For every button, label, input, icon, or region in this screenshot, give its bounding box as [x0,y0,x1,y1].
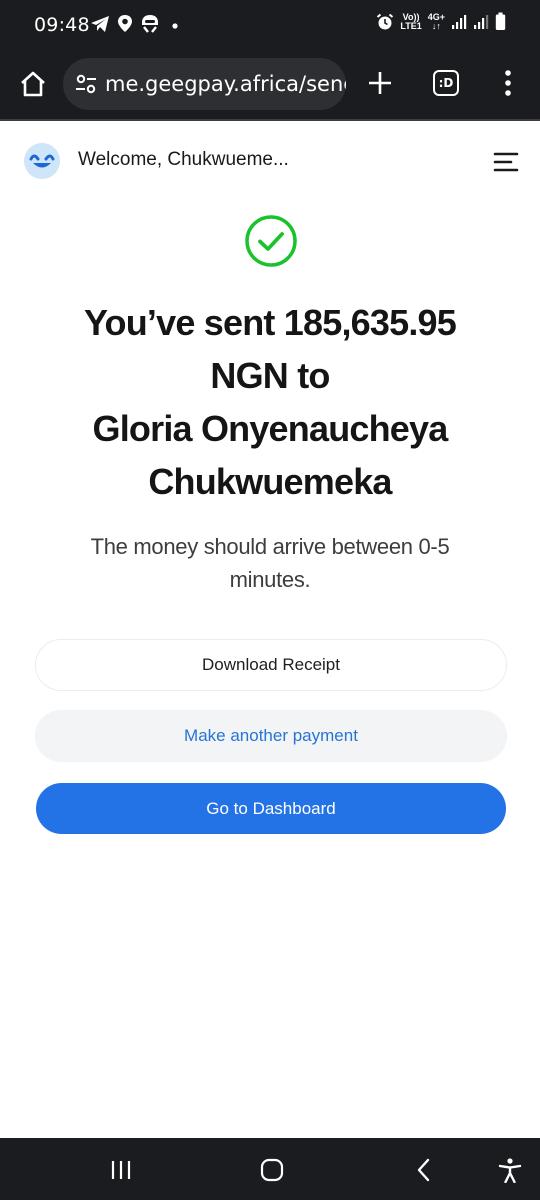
system-nav-bar [0,1138,540,1200]
vpn-icon [142,15,158,33]
headline-line-1: You’ve sent 185,635.95 [84,302,457,343]
download-receipt-button[interactable]: Download Receipt [35,639,507,691]
signal-icon [452,14,467,29]
battery-icon [495,12,506,30]
go-to-dashboard-button[interactable]: Go to Dashboard [36,783,506,834]
dot-icon [172,23,178,29]
alarm-icon [377,13,394,29]
accessibility-icon[interactable] [497,1157,523,1183]
headline-line-3: Gloria Onyenaucheya [92,408,449,449]
welcome-text: Welcome, Chukwueme... [78,149,289,170]
app-header: Welcome, Chukwueme... [0,121,540,201]
more-vert-icon[interactable] [500,68,516,98]
status-right-icons: Vo)) LTE1 4G+ ↓↑ [376,12,506,31]
volte-line-2: LTE1 [400,20,422,31]
address-bar[interactable]: me.geegpay.africa/send [63,58,346,110]
check-circle-icon [245,215,297,267]
browser-toolbar: me.geegpay.africa/send :D [0,52,540,120]
back-icon[interactable] [411,1157,437,1183]
hamburger-menu-icon[interactable] [492,151,520,173]
net-line-2: ↓↑ [431,20,441,31]
smile-avatar-icon[interactable] [24,143,60,179]
headline-line-4: Chukwuemeka [148,461,392,502]
recent-apps-icon[interactable] [108,1157,134,1183]
4g-icon: 4G+ ↓↑ [428,12,445,31]
status-time: 09:48 [34,14,90,36]
headline-line-2: NGN to [210,355,330,396]
telegram-icon [91,15,109,32]
home-icon[interactable] [18,69,48,99]
volte-icon: Vo)) LTE1 [400,12,422,31]
subtext-line-2: minutes. [229,567,311,592]
success-headline: You’ve sent 185,635.95 NGN to Gloria Ony… [20,296,520,508]
status-left-icons [90,14,181,33]
site-settings-icon[interactable] [75,73,97,95]
make-another-payment-button[interactable]: Make another payment [35,710,507,762]
location-pin-icon [118,15,132,32]
plus-icon[interactable] [366,69,394,97]
subtext-line-1: The money should arrive between 0-5 [90,534,450,559]
arrival-notice: The money should arrive between 0-5 minu… [40,530,500,596]
tabs-icon[interactable]: :D [433,70,459,96]
status-bar: 09:48 Vo)) LTE1 4G+ ↓↑ [0,0,540,52]
url-text[interactable]: me.geegpay.africa/send [105,72,346,96]
signal-icon-2 [474,14,489,29]
home-circle-icon[interactable] [259,1157,285,1183]
